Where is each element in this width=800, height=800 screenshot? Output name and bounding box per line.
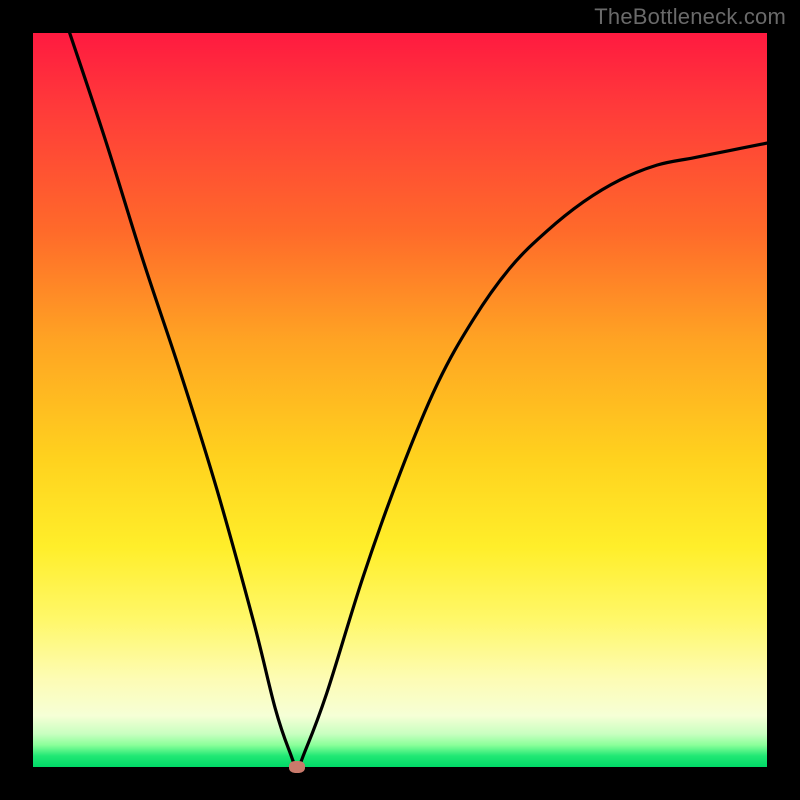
curve-svg bbox=[33, 33, 767, 767]
chart-frame: TheBottleneck.com bbox=[0, 0, 800, 800]
bottleneck-curve bbox=[70, 33, 767, 767]
watermark-text: TheBottleneck.com bbox=[594, 4, 786, 30]
plot-area bbox=[33, 33, 767, 767]
optimal-point-marker bbox=[289, 761, 305, 773]
